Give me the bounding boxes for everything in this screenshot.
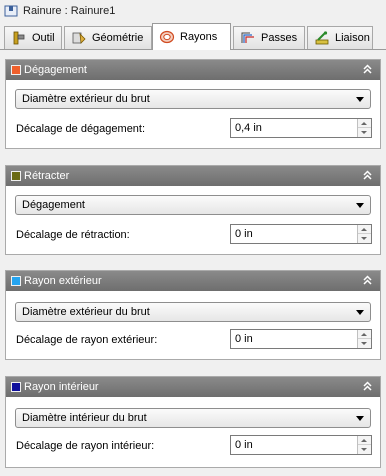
chevron-down-icon [356,310,364,315]
spinner [357,330,371,348]
section-title: Rétracter [24,170,70,182]
section-header[interactable]: Rayon extérieur [6,271,380,291]
tab-outil[interactable]: Outil [4,26,62,49]
spin-down-button[interactable] [358,445,371,454]
spinner [357,119,371,137]
linking-icon [315,31,329,45]
field-label: Décalage de rayon intérieur: [16,440,155,452]
clearance-select[interactable]: Diamètre extérieur du brut [15,89,371,109]
tab-label: Outil [32,32,55,44]
clearance-offset-input[interactable] [231,119,357,137]
section-title: Dégagement [24,64,87,76]
collapse-chevron-icon[interactable] [361,169,374,182]
passes-icon [241,32,254,43]
tool-icon [13,31,25,45]
inner-radius-offset-field[interactable] [230,435,372,455]
clearance-offset-field[interactable] [230,118,372,138]
select-value: Diamètre extérieur du brut [22,93,150,105]
select-value: Diamètre intérieur du brut [22,412,147,424]
spin-up-button[interactable] [358,436,371,445]
section-title: Rayon extérieur [24,275,102,287]
color-swatch [11,171,21,181]
outer-radius-select[interactable]: Diamètre extérieur du brut [15,302,371,322]
color-swatch [11,276,21,286]
spin-down-button[interactable] [358,339,371,348]
field-label: Décalage de rayon extérieur: [16,334,158,346]
collapse-chevron-icon[interactable] [361,274,374,287]
spinner [357,436,371,454]
retract-select[interactable]: Dégagement [15,195,371,215]
section-degagement: Dégagement Diamètre extérieur du brut Dé… [5,59,381,149]
tab-label: Liaison [335,32,370,44]
section-header[interactable]: Dégagement [6,60,380,80]
select-value: Diamètre extérieur du brut [22,306,150,318]
section-retracter: Rétracter Dégagement Décalage de rétract… [5,165,381,255]
window-title: Rainure : Rainure1 [23,5,116,17]
section-header[interactable]: Rayon intérieur [6,377,380,397]
retract-offset-field[interactable] [230,224,372,244]
chevron-down-icon [356,203,364,208]
color-swatch [11,382,21,392]
section-title: Rayon intérieur [24,381,99,393]
outer-radius-offset-input[interactable] [231,330,357,348]
tab-bar: Outil Géométrie Rayons Passes Liaison [0,22,386,50]
field-label: Décalage de rétraction: [16,229,130,241]
collapse-chevron-icon[interactable] [361,63,374,76]
outer-radius-offset-field[interactable] [230,329,372,349]
inner-radius-offset-input[interactable] [231,436,357,454]
spin-up-button[interactable] [358,225,371,234]
spin-up-button[interactable] [358,330,371,339]
color-swatch [11,65,21,75]
tab-geometrie[interactable]: Géométrie [64,26,152,49]
chevron-down-icon [356,97,364,102]
spin-up-button[interactable] [358,119,371,128]
inner-radius-select[interactable]: Diamètre intérieur du brut [15,408,371,428]
spin-down-button[interactable] [358,128,371,137]
tab-liaison[interactable]: Liaison [307,26,373,49]
select-value: Dégagement [22,199,85,211]
collapse-chevron-icon[interactable] [361,380,374,393]
section-header[interactable]: Rétracter [6,166,380,186]
tab-label: Passes [261,32,298,44]
tab-rayons[interactable]: Rayons [152,23,231,50]
spin-down-button[interactable] [358,234,371,243]
radii-icon [159,30,175,44]
field-label: Décalage de dégagement: [16,123,146,135]
groove-feature-icon [4,5,18,17]
section-rayon-exterieur: Rayon extérieur Diamètre extérieur du br… [5,270,381,360]
spinner [357,225,371,243]
tab-label: Rayons [180,31,218,43]
section-rayon-interieur: Rayon intérieur Diamètre intérieur du br… [5,376,381,468]
tab-label: Géométrie [92,32,144,44]
retract-offset-input[interactable] [231,225,357,243]
geometry-icon [72,32,86,44]
tab-passes[interactable]: Passes [233,26,305,49]
title-bar: Rainure : Rainure1 [0,0,386,22]
chevron-down-icon [356,416,364,421]
